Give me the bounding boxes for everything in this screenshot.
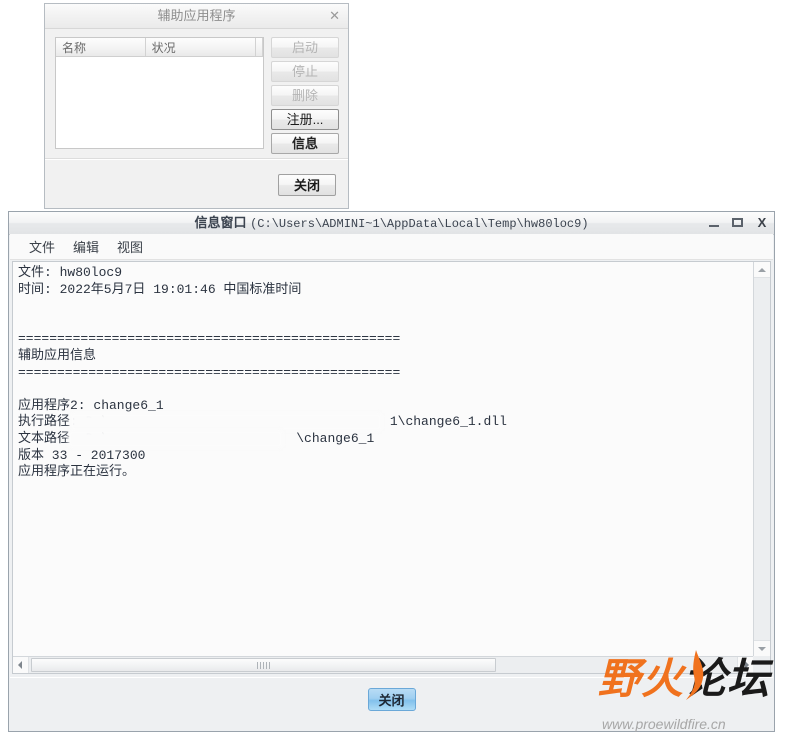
info-text-line: ========================================… [18,331,401,347]
menu-item-view[interactable]: 视图 [108,235,152,258]
close-icon[interactable]: X [756,216,768,229]
scrollbar-grip-icon [256,662,271,669]
info-text-line [18,381,753,398]
info-text-line: ========================================… [18,364,401,380]
delete-button[interactable]: 删除 [271,85,339,106]
applications-list-body[interactable] [56,57,263,148]
applications-list[interactable]: 名称 状况 [55,37,264,149]
aux-dialog-body: 名称 状况 启动 停止 删除 注册... 信息 [45,29,348,159]
info-text-line: 辅助应用信息 [18,347,97,363]
register-button[interactable]: 注册... [271,109,339,130]
info-window: 信息窗口 (C:\Users\ADMINI~1\AppData\Local\Te… [8,211,775,732]
column-header-status[interactable]: 状况 [146,38,256,56]
scroll-down-arrow-icon[interactable] [754,640,770,656]
info-text-line: 版本 33 - 2017300 [18,447,146,463]
aux-dialog-title: 辅助应用程序 [157,8,236,23]
applications-list-header: 名称 状况 [56,38,263,57]
redacted-path-overlay [68,429,283,448]
scroll-left-arrow-icon[interactable] [13,657,29,673]
info-text-line [18,298,753,315]
aux-dialog-titlebar[interactable]: 辅助应用程序 ✕ [45,4,348,29]
column-header-name[interactable]: 名称 [56,38,146,56]
info-window-title-main: 信息窗口 [194,215,247,230]
menu-item-file[interactable]: 文件 [20,235,64,258]
info-window-title: 信息窗口 (C:\Users\ADMINI~1\AppData\Local\Te… [9,212,774,235]
info-text-area[interactable]: 文件: hw80loc9 时间: 2022年5月7日 19:01:46 中国标准时… [13,262,753,656]
maximize-icon[interactable] [732,217,744,229]
stop-button[interactable]: 停止 [271,61,339,82]
menu-item-edit[interactable]: 编辑 [64,235,108,258]
start-button[interactable]: 启动 [271,37,339,58]
info-text-line: 应用程序2: change6_1 [18,397,164,413]
redacted-path-overlay [70,413,382,432]
close-x-icon[interactable]: ✕ [329,4,340,28]
scroll-right-arrow-icon[interactable] [737,657,753,673]
horizontal-scrollbar-thumb[interactable] [31,658,496,672]
horizontal-scrollbar[interactable] [13,656,753,673]
column-header-filler [256,38,263,56]
scrollbar-corner [753,656,770,673]
info-window-titlebar[interactable]: 信息窗口 (C:\Users\ADMINI~1\AppData\Local\Te… [9,212,774,235]
aux-dialog-button-column: 启动 停止 删除 注册... 信息 [271,37,339,157]
window-controls: X [708,212,768,234]
aux-dialog-footer: 关闭 [45,159,348,208]
info-button[interactable]: 信息 [271,133,339,154]
info-window-title-path: (C:\Users\ADMINI~1\AppData\Local\Temp\hw… [250,217,589,231]
info-text-line: 文本路径: D:\ \change6_1 [18,429,375,448]
info-window-footer: 关闭 [10,677,773,730]
aux-dialog-close-button[interactable]: 关闭 [278,174,336,196]
minimize-icon[interactable] [708,217,720,229]
info-text-line: 时间: 2022年5月7日 19:01:46 中国标准时间 [18,281,302,297]
info-text-line: 应用程序正在运行。 [18,464,136,480]
info-text-line [18,315,753,332]
info-window-menubar: 文件 编辑 视图 [10,234,773,260]
info-text-area-container: 文件: hw80loc9 时间: 2022年5月7日 19:01:46 中国标准时… [12,261,771,674]
info-window-close-button[interactable]: 关闭 [367,688,416,711]
scroll-up-arrow-icon[interactable] [754,262,770,278]
info-text-line: 执行路径: D:\ 1\change6_1.dll [18,413,507,432]
aux-applications-dialog: 辅助应用程序 ✕ 名称 状况 启动 停止 删除 注册... 信息 关闭 [44,3,349,209]
vertical-scrollbar[interactable] [753,262,770,656]
info-text-line: 文件: hw80loc9 [18,265,123,280]
